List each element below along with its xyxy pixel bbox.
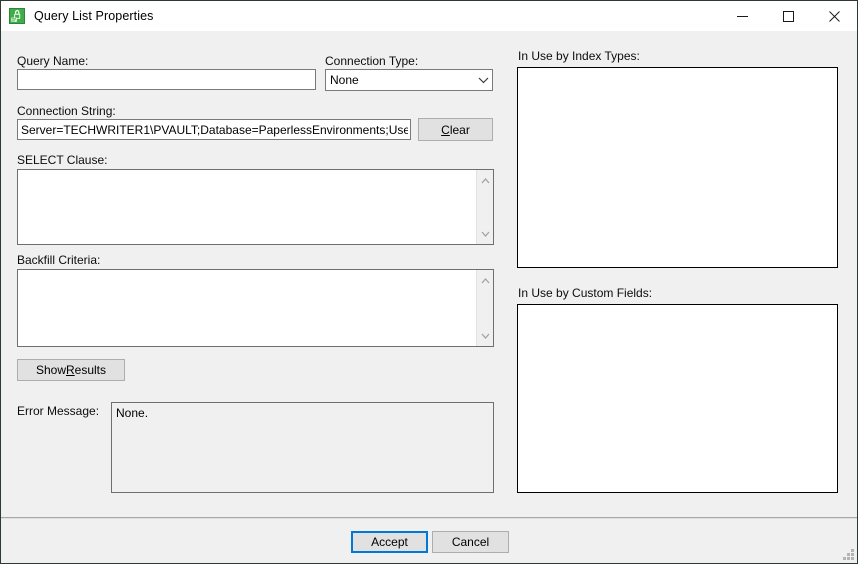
connection-type-select[interactable]: None: [325, 69, 493, 91]
connection-string-label: Connection String:: [17, 104, 116, 118]
close-button[interactable]: [811, 1, 857, 31]
connection-type-label: Connection Type:: [325, 54, 419, 68]
show-results-label-after: esults: [74, 363, 107, 377]
select-clause-scrollbar[interactable]: [476, 170, 493, 244]
resize-grip-icon[interactable]: [842, 548, 854, 560]
clear-button-label-after: lear: [449, 122, 470, 137]
error-message-label: Error Message:: [17, 404, 100, 418]
connection-type-value: None: [330, 73, 359, 87]
error-message-box: None.: [111, 402, 494, 493]
cancel-button[interactable]: Cancel: [432, 531, 509, 553]
minimize-button[interactable]: [719, 1, 765, 31]
query-name-label: Query Name:: [17, 54, 89, 68]
query-list-icon: [9, 8, 25, 24]
backfill-criteria-textarea[interactable]: [17, 269, 494, 347]
chevron-down-icon: [474, 76, 492, 84]
error-message-value: None.: [116, 406, 149, 420]
clear-button-accel: C: [441, 122, 450, 137]
minimize-icon: [736, 15, 748, 17]
backfill-criteria-scrollbar[interactable]: [476, 270, 493, 346]
connection-string-input[interactable]: [17, 119, 411, 140]
custom-fields-listbox[interactable]: [517, 304, 838, 493]
index-types-label: In Use by Index Types:: [518, 49, 640, 63]
footer-separator: [1, 517, 857, 519]
scroll-up-icon[interactable]: [477, 272, 493, 289]
backfill-criteria-label: Backfill Criteria:: [17, 253, 101, 267]
show-results-button[interactable]: Show Results: [17, 359, 125, 381]
maximize-icon: [782, 10, 794, 22]
backfill-criteria-value: [18, 270, 475, 346]
window-title: Query List Properties: [34, 9, 154, 23]
close-icon: [828, 10, 840, 22]
accept-button[interactable]: Accept: [351, 531, 428, 553]
select-clause-textarea[interactable]: [17, 169, 494, 245]
custom-fields-label: In Use by Custom Fields:: [518, 286, 653, 300]
query-name-input[interactable]: [17, 69, 316, 90]
maximize-button[interactable]: [765, 1, 811, 31]
title-bar[interactable]: Query List Properties: [1, 1, 857, 31]
query-list-properties-window: Query List Properties Query Name: Connec…: [0, 0, 858, 564]
clear-button[interactable]: Clear: [418, 118, 493, 141]
show-results-label-before: Show: [35, 363, 66, 377]
index-types-listbox[interactable]: [517, 67, 838, 268]
scroll-up-icon[interactable]: [477, 172, 493, 189]
select-clause-value: [18, 170, 475, 244]
scroll-down-icon[interactable]: [477, 327, 493, 344]
select-clause-label: SELECT Clause:: [17, 153, 108, 167]
show-results-accel: R: [66, 363, 75, 377]
scroll-down-icon[interactable]: [477, 225, 493, 242]
